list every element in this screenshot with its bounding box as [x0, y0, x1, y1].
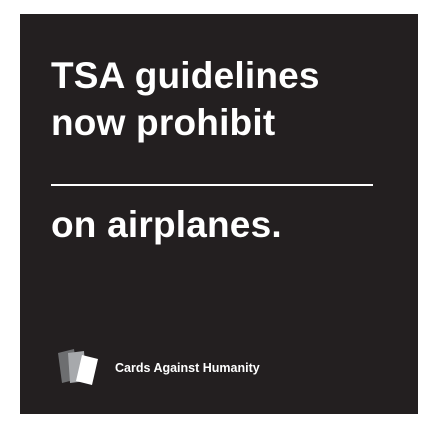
- brand-name: Cards Against Humanity: [115, 361, 260, 375]
- black-card: TSA guidelines now prohibit on airplanes…: [20, 14, 418, 414]
- card-text-line-1: TSA guidelines: [51, 55, 320, 96]
- card-text-line-3: on airplanes.: [51, 204, 282, 245]
- fill-in-blank-line: [51, 184, 373, 186]
- card-stack-logo-icon: [58, 349, 98, 385]
- card-text-line-2: now prohibit: [51, 102, 276, 143]
